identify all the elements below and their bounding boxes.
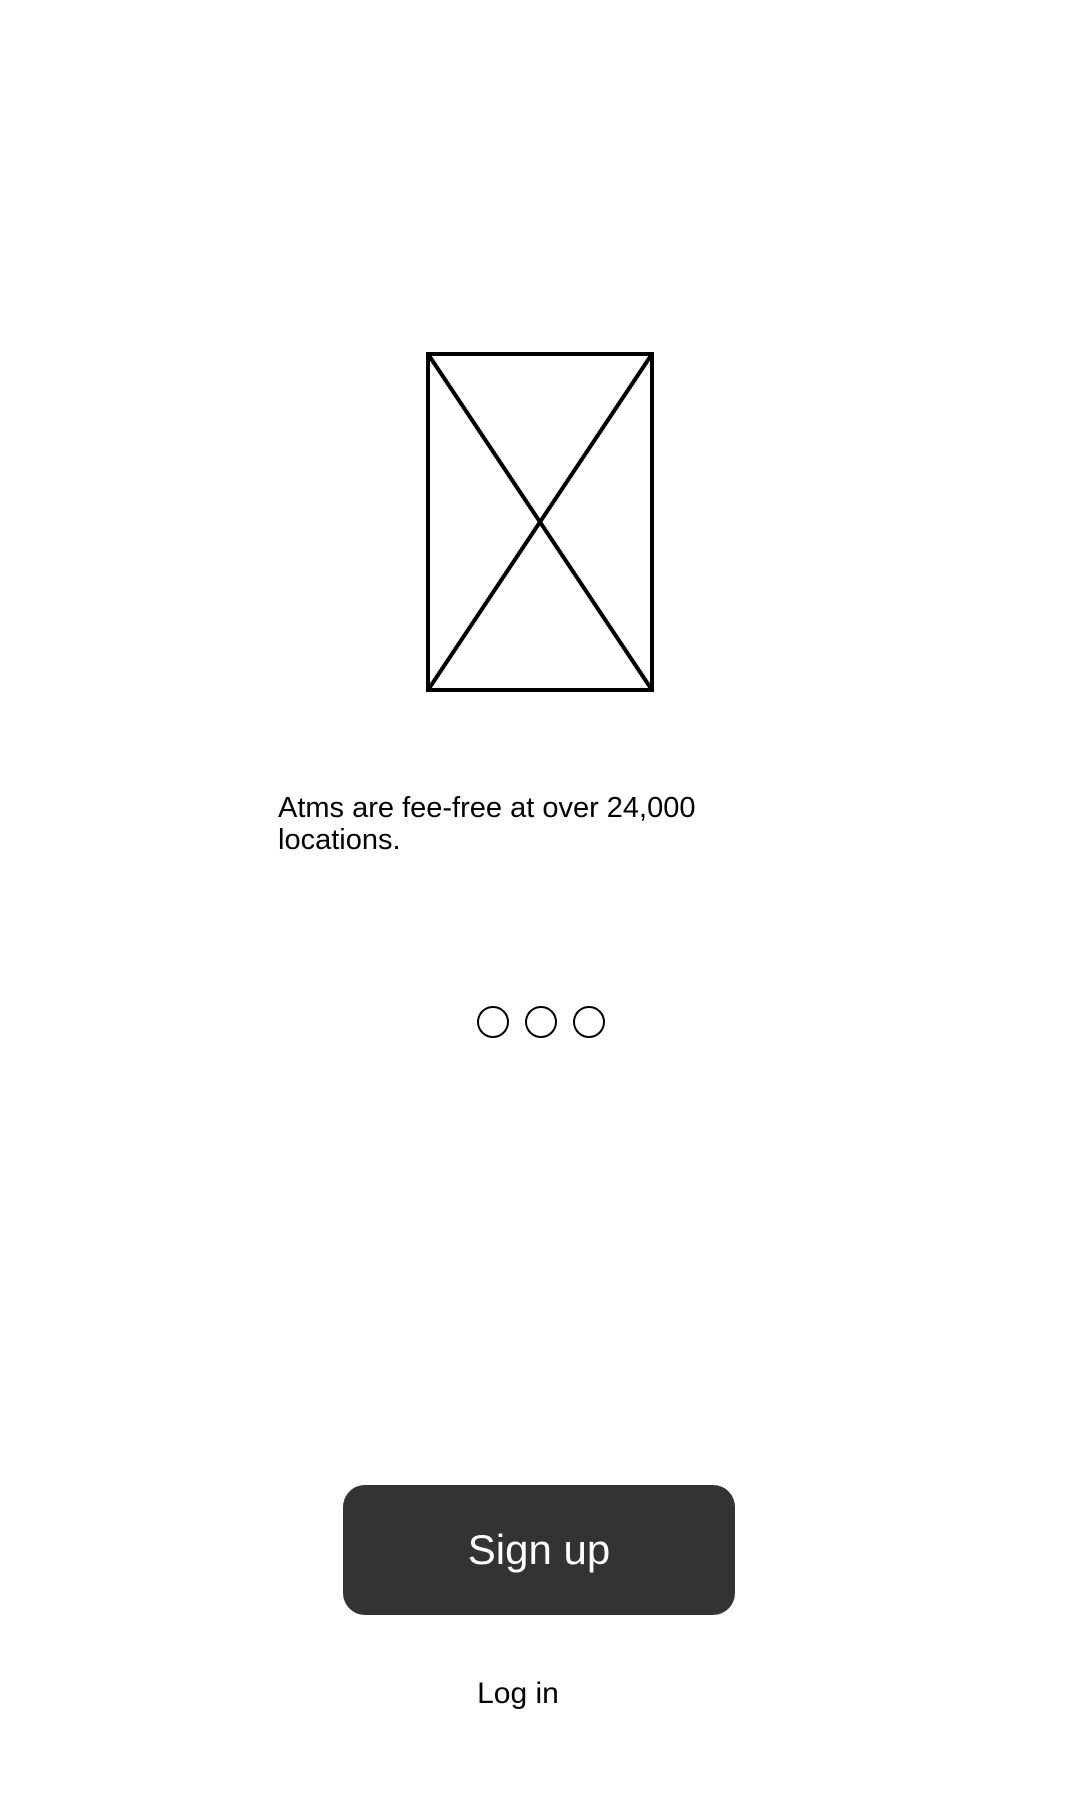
sign-up-button[interactable]: Sign up bbox=[343, 1485, 735, 1615]
page-dot-2[interactable] bbox=[525, 1006, 557, 1038]
page-indicator bbox=[477, 1006, 605, 1040]
image-placeholder-icon bbox=[426, 352, 654, 692]
page-dot-3[interactable] bbox=[573, 1006, 605, 1038]
onboarding-caption: Atms are fee-free at over 24,000 locatio… bbox=[278, 792, 696, 856]
log-in-link[interactable]: Log in bbox=[440, 1672, 596, 1716]
page-dot-1[interactable] bbox=[477, 1006, 509, 1038]
onboarding-image-placeholder bbox=[426, 352, 654, 692]
